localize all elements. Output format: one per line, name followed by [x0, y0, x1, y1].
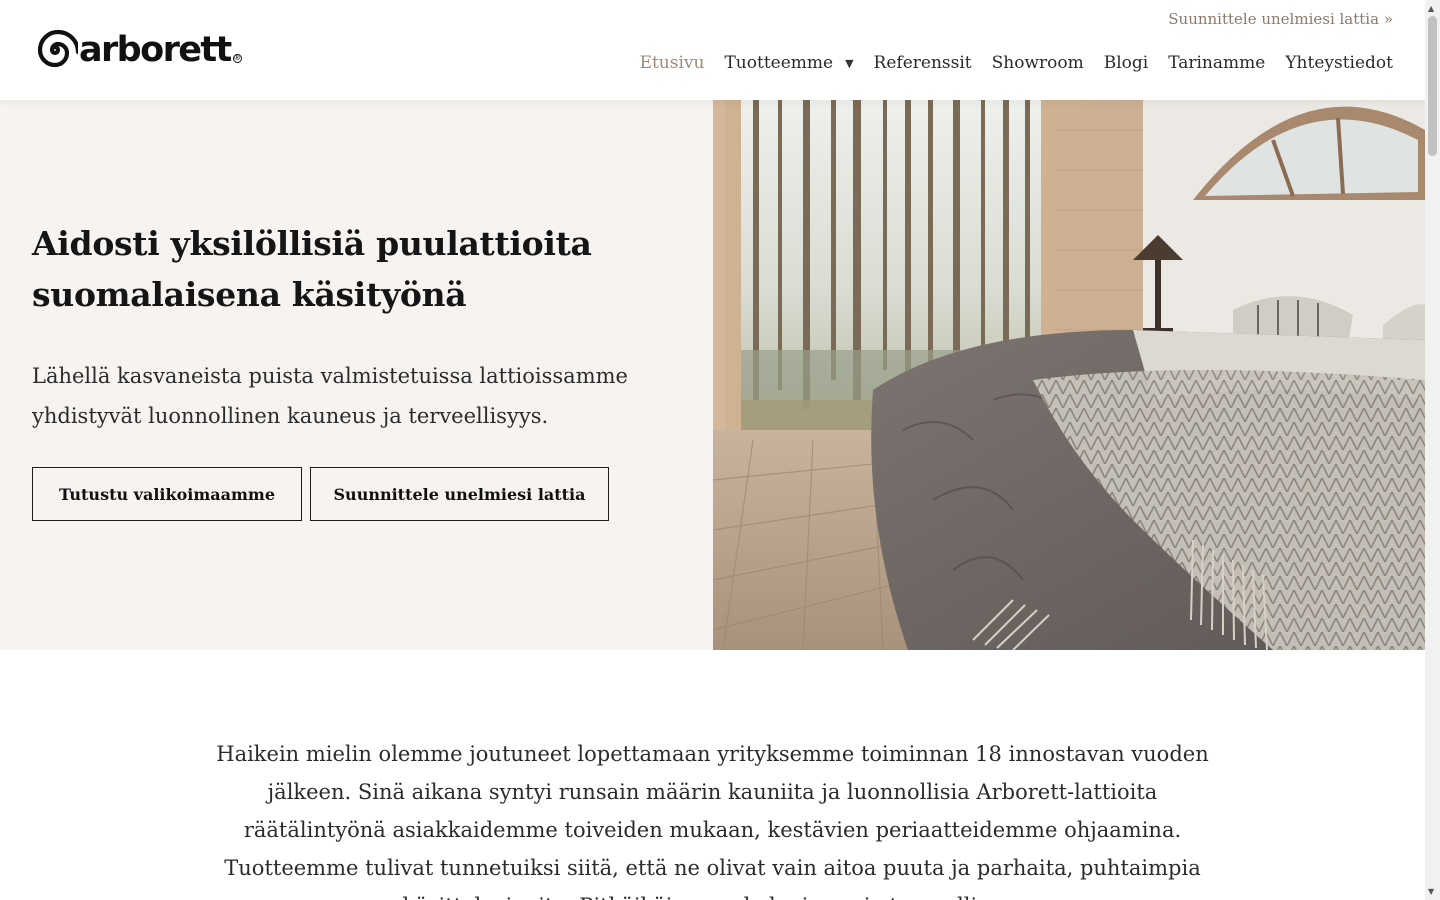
nav-item-showroom[interactable]: Showroom	[992, 53, 1084, 73]
nav-label: Etusivu	[639, 53, 705, 73]
nav-label: Tarinamme	[1168, 53, 1266, 73]
hero-subtitle: Lähellä kasvaneista puista valmistetuiss…	[32, 356, 672, 436]
nav-label: Yhteystiedot	[1285, 53, 1393, 73]
nav-item-blogi[interactable]: Blogi	[1104, 53, 1148, 73]
design-floor-button[interactable]: Suunnittele unelmiesi lattia	[310, 467, 609, 521]
page-scrollbar[interactable]: ▲ ▼	[1425, 0, 1440, 900]
logo-text: arborett	[79, 29, 232, 70]
hero-subtitle-line: Lähellä kasvaneista puista valmistetuiss…	[32, 364, 628, 388]
hero-text-block: Aidosti yksilöllisiä puulattioita suomal…	[32, 218, 672, 436]
hero-section: Aidosti yksilöllisiä puulattioita suomal…	[0, 100, 1425, 650]
nav-item-etusivu[interactable]: Etusivu	[640, 53, 705, 73]
nav-item-yhteystiedot[interactable]: Yhteystiedot	[1285, 53, 1393, 73]
scroll-down-arrow-icon[interactable]: ▼	[1428, 887, 1434, 896]
intro-paragraph: Haikein mielin olemme joutuneet lopettam…	[216, 742, 1209, 900]
intro-text-section: Haikein mielin olemme joutuneet lopettam…	[210, 735, 1215, 900]
hero-subtitle-line: yhdistyvät luonnollinen kauneus ja terve…	[32, 404, 549, 428]
hero-bedroom-image	[713, 100, 1425, 650]
top-design-floor-link[interactable]: Suunnittele unelmiesi lattia »	[1168, 10, 1393, 28]
nav-label: Referenssit	[873, 53, 972, 73]
site-header: arborett ® Suunnittele unelmiesi lattia …	[0, 0, 1425, 100]
hero-title: Aidosti yksilöllisiä puulattioita suomal…	[32, 218, 672, 320]
scrollbar-thumb[interactable]	[1428, 16, 1437, 156]
nav-label: Blogi	[1103, 53, 1149, 73]
main-navigation: Etusivu Tuotteemme ▼ Referenssit Showroo…	[620, 53, 1393, 73]
nav-label: Showroom	[991, 53, 1084, 73]
caret-down-icon[interactable]: ▼	[845, 57, 853, 70]
hero-buttons: Tutustu valikoimaamme Suunnittele unelmi…	[32, 467, 609, 521]
bedroom-illustration	[713, 100, 1425, 650]
arborett-logo[interactable]: arborett ®	[32, 28, 242, 72]
registered-mark: ®	[232, 53, 242, 63]
explore-collection-button[interactable]: Tutustu valikoimaamme	[32, 467, 302, 521]
hero-title-line: Aidosti yksilöllisiä puulattioita	[32, 224, 592, 263]
nav-item-tarinamme[interactable]: Tarinamme	[1168, 53, 1265, 73]
hero-title-line: suomalaisena käsityönä	[32, 275, 467, 314]
nav-label: Tuotteemme	[724, 53, 834, 73]
nav-item-tuotteemme[interactable]: Tuotteemme ▼	[724, 53, 853, 73]
nav-item-referenssit[interactable]: Referenssit	[874, 53, 972, 73]
scroll-up-arrow-icon[interactable]: ▲	[1428, 4, 1434, 13]
spiral-logo-icon	[37, 29, 78, 68]
